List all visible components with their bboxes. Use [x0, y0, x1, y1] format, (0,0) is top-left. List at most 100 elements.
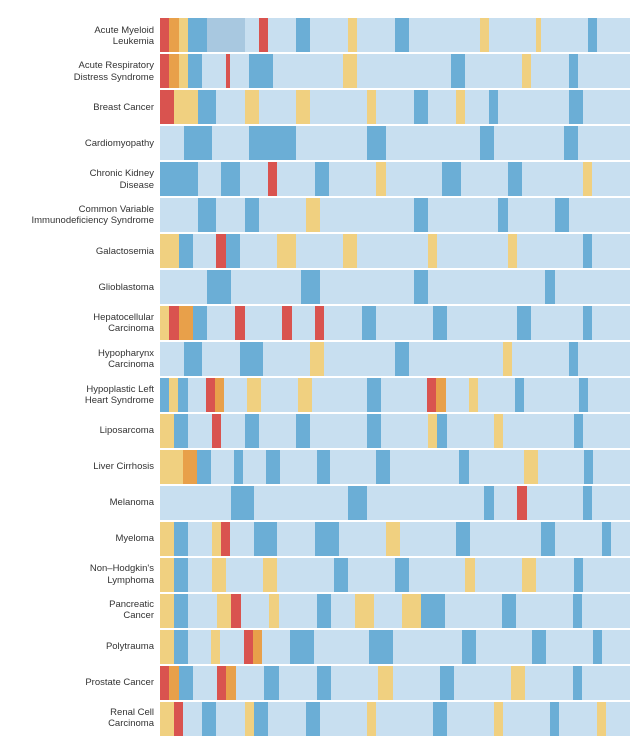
- bar-segment: [592, 162, 630, 196]
- bar-segment: [259, 414, 297, 448]
- bar-segment: [386, 522, 400, 556]
- bar-segment: [226, 558, 264, 592]
- bar-segment: [188, 414, 212, 448]
- bar-segment: [409, 342, 503, 376]
- bar-segment: [381, 414, 428, 448]
- bar-segment: [160, 54, 169, 88]
- bar-segment: [240, 234, 278, 268]
- bar-segment: [592, 234, 630, 268]
- bar-segment: [315, 522, 339, 556]
- bar-row: [160, 702, 630, 736]
- y-label: HypopharynxCarcinoma: [0, 341, 160, 377]
- bar-segment: [459, 450, 468, 484]
- bar-segment: [583, 486, 592, 520]
- y-label: Non–Hodgkin'sLymphoma: [0, 557, 160, 593]
- bar-segment: [480, 18, 489, 52]
- bar-segment: [188, 54, 202, 88]
- bar-segment: [324, 306, 362, 340]
- bar-segment: [160, 162, 198, 196]
- bar-segment: [259, 198, 306, 232]
- bar-segment: [198, 90, 217, 124]
- bar-segment: [437, 234, 508, 268]
- bar-segment: [376, 702, 432, 736]
- bar-segment: [216, 198, 244, 232]
- bar-segment: [217, 594, 231, 628]
- bar-segment: [280, 450, 317, 484]
- bar-segment: [310, 414, 366, 448]
- bar-segment: [310, 342, 324, 376]
- bar-segment: [310, 18, 348, 52]
- bar-segment: [367, 702, 376, 736]
- bar-segment: [296, 414, 310, 448]
- bar-segment: [480, 126, 494, 160]
- bar-segment: [367, 90, 376, 124]
- bar-segment: [296, 126, 367, 160]
- bar-row: [160, 306, 630, 340]
- bar-segment: [574, 414, 583, 448]
- bar-segment: [334, 558, 348, 592]
- bar-segment: [184, 126, 212, 160]
- bar-segment: [230, 522, 254, 556]
- bar-segment: [583, 90, 630, 124]
- bar-segment: [160, 234, 179, 268]
- bar-segment: [573, 594, 582, 628]
- bar-segment: [451, 54, 465, 88]
- bar-segment: [574, 558, 583, 592]
- bar-segment: [343, 234, 357, 268]
- bar-segment: [178, 378, 187, 412]
- bar-segment: [376, 306, 432, 340]
- bar-segment: [169, 306, 178, 340]
- bar-segment: [179, 54, 188, 88]
- bar-segment: [253, 630, 262, 664]
- bar-segment: [508, 162, 522, 196]
- bar-segment: [508, 198, 555, 232]
- bar-segment: [296, 18, 310, 52]
- bar-row: [160, 558, 630, 592]
- bar-segment: [386, 162, 442, 196]
- bar-segment: [414, 90, 428, 124]
- y-label: Galactosemia: [0, 233, 160, 269]
- bar-segment: [221, 162, 240, 196]
- bar-segment: [339, 522, 386, 556]
- bar-segment: [298, 378, 312, 412]
- bar-segment: [484, 486, 493, 520]
- bar-segment: [226, 234, 240, 268]
- bar-segment: [249, 126, 296, 160]
- bar-segment: [231, 486, 255, 520]
- bar-segment: [296, 234, 343, 268]
- bar-segment: [400, 522, 456, 556]
- bar-segment: [160, 414, 174, 448]
- bar-segment: [306, 702, 320, 736]
- bar-segment: [583, 306, 592, 340]
- bar-segment: [231, 270, 302, 304]
- bar-segment: [230, 54, 249, 88]
- y-label: Polytrauma: [0, 628, 160, 664]
- bar-segment: [174, 414, 188, 448]
- bar-segment: [367, 378, 381, 412]
- bar-segment: [531, 306, 583, 340]
- bar-segment: [433, 306, 447, 340]
- bar-segment: [531, 54, 569, 88]
- bar-segment: [179, 234, 193, 268]
- bar-segment: [197, 450, 211, 484]
- bar-segment: [447, 414, 494, 448]
- bar-segment: [301, 270, 320, 304]
- bar-segment: [357, 18, 395, 52]
- bar-segment: [433, 702, 447, 736]
- bar-segment: [515, 378, 524, 412]
- bar-segment: [390, 450, 459, 484]
- bar-segment: [212, 414, 221, 448]
- bar-segment: [320, 702, 367, 736]
- bar-segment: [226, 666, 235, 700]
- bar-segment: [221, 522, 230, 556]
- bar-segment: [244, 630, 253, 664]
- bar-segment: [314, 630, 370, 664]
- bar-segment: [555, 198, 569, 232]
- bar-segment: [188, 630, 211, 664]
- bar-segment: [592, 306, 630, 340]
- bar-segment: [376, 450, 390, 484]
- y-label: Renal CellCarcinoma: [0, 700, 160, 736]
- bar-row: [160, 198, 630, 232]
- bar-segment: [206, 378, 215, 412]
- bar-segment: [243, 450, 266, 484]
